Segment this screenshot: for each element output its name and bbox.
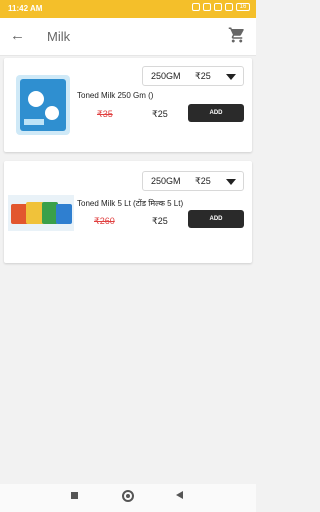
status-time: 11:42 AM — [8, 4, 43, 13]
mrp-price: ₹260 — [94, 216, 115, 226]
variant-select[interactable]: 250GM ₹25 — [142, 66, 244, 86]
page-title: Milk — [47, 29, 71, 44]
alarm-icon — [203, 3, 211, 11]
dropdown-caret-icon — [226, 74, 236, 80]
selling-price: ₹25 — [152, 216, 168, 226]
product-image[interactable] — [14, 73, 72, 137]
product-card[interactable]: 250GM ₹25 Toned Milk 250 Gm () ₹35 ₹25 A… — [4, 58, 252, 152]
product-name: Toned Milk 250 Gm () — [77, 91, 154, 100]
status-icons: 16 — [192, 3, 250, 11]
system-back-icon[interactable] — [176, 491, 183, 499]
back-arrow-icon[interactable]: ← — [10, 27, 28, 45]
system-nav-bar — [0, 484, 256, 512]
signal-icon — [214, 3, 222, 11]
selling-price: ₹25 — [152, 109, 168, 119]
variant-size: 250GM — [151, 71, 181, 81]
mrp-price: ₹35 — [97, 109, 113, 119]
add-button[interactable]: ADD — [188, 210, 244, 228]
dropdown-caret-icon — [226, 179, 236, 185]
product-image[interactable] — [8, 195, 74, 231]
variant-size: 250GM — [151, 176, 181, 186]
battery-icon: 16 — [236, 3, 250, 11]
product-card[interactable]: 250GM ₹25 Toned Milk 5 Lt (टोंड मिल्क 5 … — [4, 161, 252, 263]
variant-select[interactable]: 250GM ₹25 — [142, 171, 244, 191]
product-name: Toned Milk 5 Lt (टोंड मिल्क 5 Lt) — [77, 199, 184, 208]
notification-icon — [192, 3, 200, 11]
app-bar: ← Milk — [0, 18, 256, 56]
wifi-icon — [225, 3, 233, 11]
variant-price: ₹25 — [195, 71, 211, 81]
status-bar: 11:42 AM 16 — [0, 0, 256, 18]
variant-price: ₹25 — [195, 176, 211, 186]
recent-apps-icon[interactable] — [71, 492, 78, 499]
add-button[interactable]: ADD — [188, 104, 244, 122]
cart-icon[interactable] — [228, 26, 246, 44]
home-icon[interactable] — [122, 490, 134, 502]
